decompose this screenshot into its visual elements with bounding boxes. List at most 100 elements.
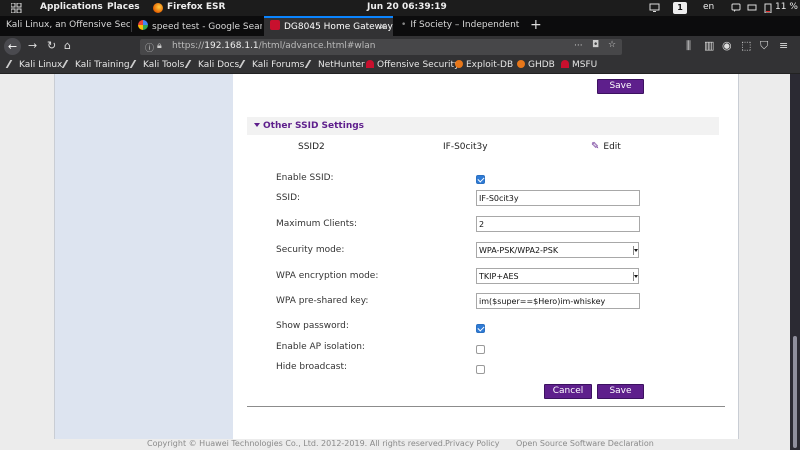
bookmark-label: Kali Docs <box>198 60 240 70</box>
ssid-input[interactable]: IF-S0cit3y <box>476 190 640 206</box>
applications-menu[interactable]: Applications <box>40 2 103 12</box>
active-app-menu[interactable]: Firefox ESR <box>167 2 225 12</box>
bookmark-msfu[interactable]: MSFU <box>561 60 597 70</box>
close-tab-icon[interactable]: ✕ <box>379 22 387 33</box>
bookmark-nethunter[interactable]: NetHunter <box>304 60 365 70</box>
bookmark-kali-forums[interactable]: Kali Forums <box>238 60 305 70</box>
wpa-encryption-value: TKIP+AES <box>479 272 519 281</box>
sidebar-icon[interactable]: ▥ <box>704 39 714 52</box>
workspace-indicator[interactable]: 1 <box>673 2 687 14</box>
kali-dragon-icon <box>184 60 198 68</box>
battery-level: 11 % <box>775 2 798 12</box>
psk-input[interactable]: im($super==$Hero)im-whiskey <box>476 293 640 309</box>
bookmark-offensive-security[interactable]: Offensive Security <box>366 60 459 70</box>
tab-icon: • <box>401 20 407 30</box>
reload-icon[interactable]: ↻ <box>47 39 56 52</box>
bookmark-label: Exploit-DB <box>466 60 514 70</box>
save-button[interactable]: Save <box>597 384 644 399</box>
account-icon[interactable]: ◉ <box>722 39 732 52</box>
ap-isolation-checkbox[interactable] <box>476 345 485 354</box>
places-menu[interactable]: Places <box>107 2 140 12</box>
language-indicator[interactable]: en <box>703 2 714 12</box>
tab-title: If Society – Independent <box>410 20 520 30</box>
tab-speed-test[interactable]: speed test - Google Sear <box>132 16 262 36</box>
info-icon[interactable]: ⓘ <box>145 41 154 54</box>
collapse-caret-icon[interactable] <box>254 123 260 127</box>
cancel-button[interactable]: Cancel <box>544 384 592 399</box>
kali-dragon-icon <box>304 60 318 68</box>
exploitdb-icon <box>517 60 525 68</box>
url-scheme: https:// <box>172 41 205 51</box>
dropdown-arrow-icon <box>633 272 638 281</box>
bookmark-label: GHDB <box>528 60 555 70</box>
new-tab-icon[interactable]: + <box>530 17 542 33</box>
back-arrow-icon[interactable]: ← <box>4 38 21 55</box>
security-mode-select[interactable]: WPA-PSK/WPA2-PSK <box>476 242 639 258</box>
offsec-icon <box>561 60 569 68</box>
screenshot-icon[interactable]: ⬚ <box>741 39 751 52</box>
bookmark-label: Offensive Security <box>377 60 460 70</box>
forward-arrow-icon[interactable]: → <box>28 39 37 52</box>
bookmark-label: Kali Forums <box>252 60 305 70</box>
tab-if-society[interactable]: • If Society – Independent <box>395 16 525 36</box>
home-icon[interactable]: ⌂ <box>64 39 71 52</box>
edit-pencil-icon: ✎ <box>591 141 600 152</box>
kali-dragon-icon <box>129 60 143 68</box>
navigation-bar: ← → ↻ ⌂ ⓘ 🔒︎ https://192.168.1.1/html/ad… <box>0 36 800 58</box>
tab-strip: Kali Linux, an Offensive Securi speed te… <box>0 16 800 36</box>
max-clients-input[interactable]: 2 <box>476 216 640 232</box>
tab-kali-linux[interactable]: Kali Linux, an Offensive Securi <box>0 16 130 36</box>
copyright-text: Copyright © Huawei Technologies Co., Ltd… <box>147 439 446 448</box>
tab-title: Kali Linux, an Offensive Securi <box>6 20 130 30</box>
bookmark-star-icon[interactable]: ☆ <box>608 40 616 50</box>
left-navigation-panel <box>54 74 233 439</box>
kali-dragon-icon <box>5 60 19 68</box>
bookmark-kali-linux[interactable]: Kali Linux <box>5 60 63 70</box>
tab-dg8045-gateway[interactable]: DG8045 Home Gateway ✕ <box>264 16 393 36</box>
screen-icon[interactable] <box>649 3 661 13</box>
bookmark-kali-tools[interactable]: Kali Tools <box>129 60 185 70</box>
menu-icon[interactable]: ≡ <box>779 39 788 52</box>
scrollbar-thumb[interactable] <box>793 336 797 448</box>
page-actions-icon[interactable]: ··· <box>574 41 583 51</box>
pocket-icon[interactable]: ◘ <box>592 40 599 50</box>
bookmark-kali-training[interactable]: Kali Training <box>61 60 130 70</box>
kali-dragon-icon <box>238 60 252 68</box>
bookmark-kali-docs[interactable]: Kali Docs <box>184 60 240 70</box>
page-viewport: Save Other SSID Settings SSID2 IF-S0cit3… <box>0 74 790 450</box>
bookmark-label: Kali Tools <box>143 60 185 70</box>
chat-icon[interactable] <box>731 3 741 13</box>
network-icon[interactable] <box>747 3 757 13</box>
security-mode-value: WPA-PSK/WPA2-PSK <box>479 246 559 255</box>
privacy-policy-link[interactable]: Privacy Policy <box>445 439 500 448</box>
show-password-checkbox[interactable] <box>476 324 485 333</box>
url-text[interactable]: https://192.168.1.1/html/advance.html#wl… <box>172 41 375 51</box>
page-scrollbar[interactable] <box>790 74 800 450</box>
open-source-link[interactable]: Open Source Software Declaration <box>516 439 654 448</box>
ssid-slot: SSID2 <box>298 142 325 152</box>
bookmark-exploit-db[interactable]: Exploit-DB <box>455 60 513 70</box>
bookmark-ghdb[interactable]: GHDB <box>517 60 555 70</box>
huawei-icon <box>270 20 280 30</box>
max-clients-label: Maximum Clients: <box>276 219 357 229</box>
section-title: Other SSID Settings <box>263 121 365 131</box>
bookmark-label: Kali Linux <box>19 60 63 70</box>
url-bar[interactable]: ⓘ 🔒︎ https://192.168.1.1/html/advance.ht… <box>140 39 622 55</box>
gnome-top-bar: Applications Places Firefox ESR Jun 20 0… <box>0 0 800 16</box>
dropdown-arrow-icon <box>633 246 638 255</box>
hide-broadcast-label: Hide broadcast: <box>276 362 348 372</box>
shield-icon[interactable]: ⛉ <box>760 39 768 53</box>
top-save-button[interactable]: Save <box>597 79 644 94</box>
battery-icon[interactable] <box>764 3 772 13</box>
library-icon[interactable]: ⫼ <box>686 39 691 53</box>
edit-label: Edit <box>603 142 621 152</box>
apps-grid-icon[interactable] <box>11 3 22 13</box>
enable-ssid-checkbox[interactable] <box>476 175 485 184</box>
other-ssid-settings-header[interactable]: Other SSID Settings <box>247 117 719 135</box>
wpa-encryption-select[interactable]: TKIP+AES <box>476 268 639 284</box>
wpa-encryption-label: WPA encryption mode: <box>276 271 379 281</box>
hide-broadcast-checkbox[interactable] <box>476 365 485 374</box>
clock[interactable]: Jun 20 06:39:19 <box>367 2 447 12</box>
lock-warning-icon[interactable]: 🔒︎ <box>157 41 162 51</box>
edit-ssid-link[interactable]: ✎ Edit <box>591 141 621 152</box>
